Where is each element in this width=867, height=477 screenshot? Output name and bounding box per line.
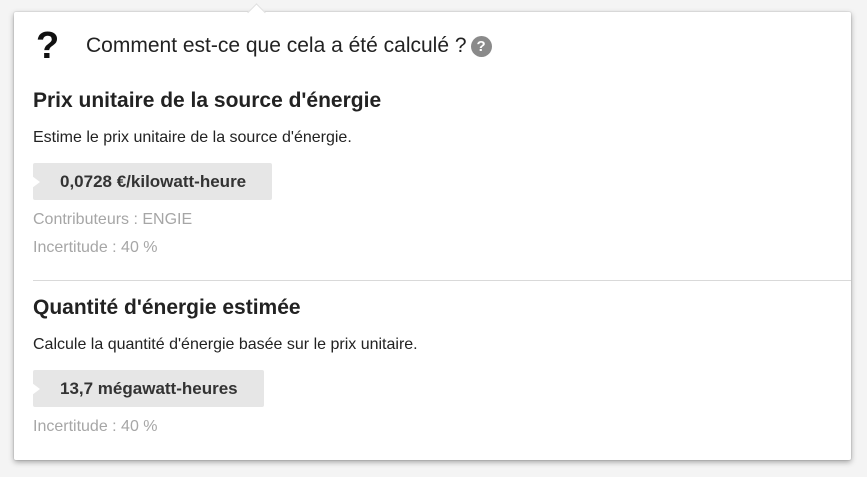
page: ? Comment est-ce que cela a été calculé … (0, 0, 867, 477)
contributors-text: Contributeurs : ENGIE (33, 211, 193, 228)
value-tag: 0,0728 €/kilowatt-heure (31, 163, 273, 200)
section-unit-price: Prix unitaire de la source d'énergie Est… (31, 88, 851, 262)
uncertainty-text: Incertitude : 40 % (33, 239, 158, 256)
uncertainty-text: Incertitude : 40 % (33, 418, 158, 435)
header-title: Comment est-ce que cela a été calculé ? (86, 34, 467, 57)
value-tag: 13,7 mégawatt-heures (32, 370, 264, 407)
question-mark-icon: ? (36, 25, 60, 67)
section-description: Calcule la quantité d'énergie basée sur … (33, 336, 418, 353)
panel-pointer (247, 3, 266, 22)
section-title: Prix unitaire de la source d'énergie (33, 89, 382, 112)
section-divider (33, 280, 851, 281)
panel-header: ? Comment est-ce que cela a été calculé … (36, 26, 492, 66)
section-title: Quantité d'énergie estimée (33, 296, 301, 319)
section-energy-quantity: Quantité d'énergie estimée Calcule la qu… (32, 295, 851, 441)
section-description: Estime le prix unitaire de la source d'é… (33, 129, 352, 146)
help-circle-icon[interactable]: ? (470, 35, 492, 57)
calculation-panel: ? Comment est-ce que cela a été calculé … (14, 3, 851, 460)
